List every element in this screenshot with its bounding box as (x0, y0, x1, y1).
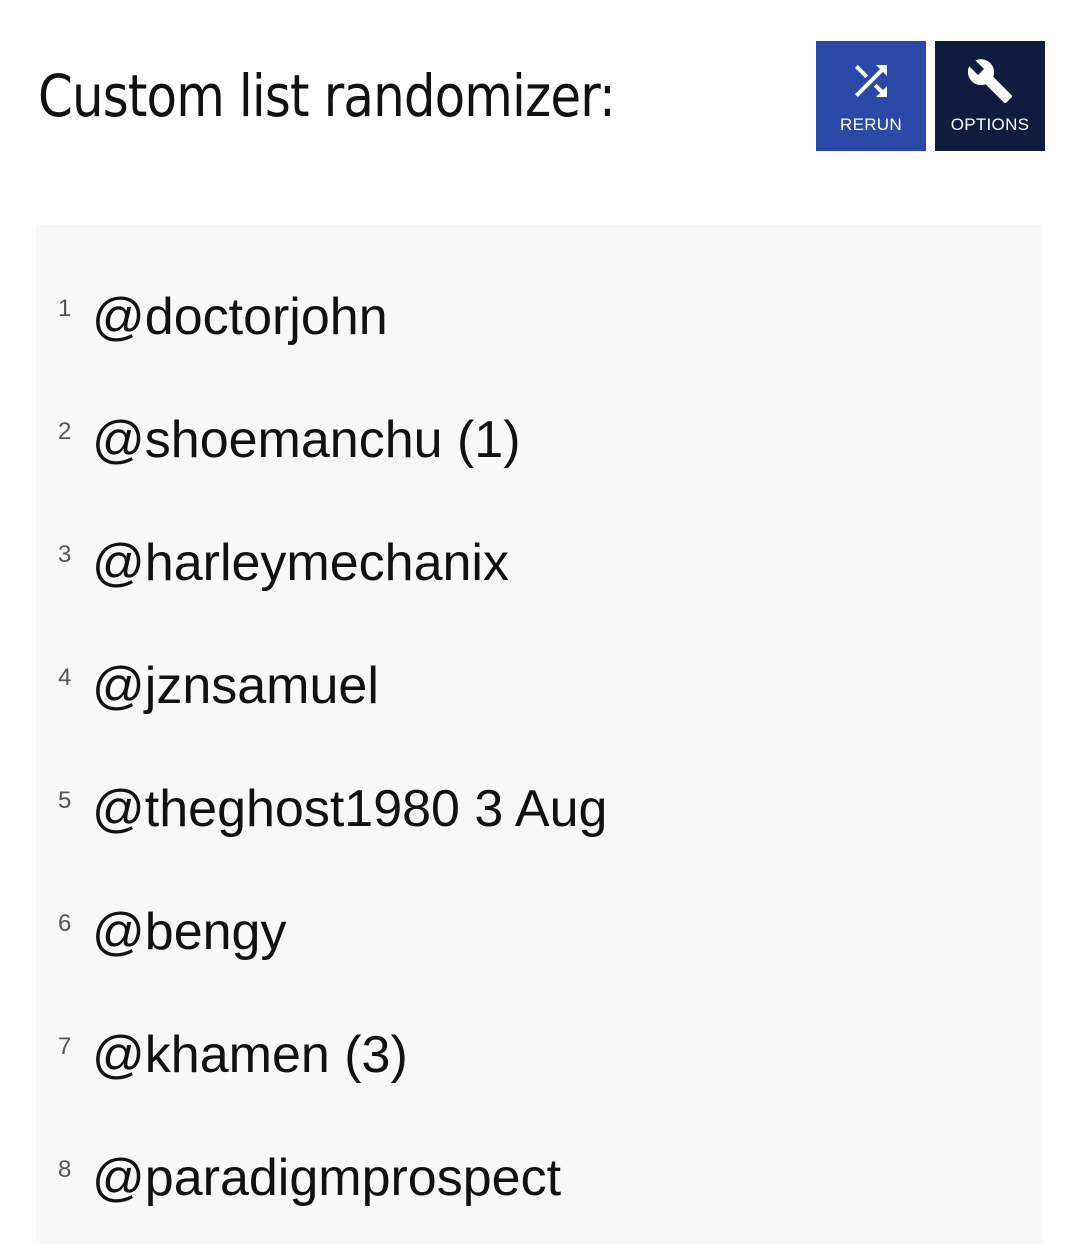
list-item-number: 3 (58, 541, 72, 568)
list-item-text: @shoemanchu (1) (92, 411, 521, 469)
list-item-number: 2 (58, 418, 72, 445)
list-item: 5 @theghost1980 3 Aug (36, 779, 1036, 849)
list-item-text: @doctorjohn (92, 288, 388, 346)
toolbar: RERUN OPTIONS (816, 41, 1045, 151)
list-item: 3 @harleymechanix (36, 533, 1036, 603)
list-item: 4 @jznsamuel (36, 656, 1036, 726)
options-button[interactable]: OPTIONS (935, 41, 1045, 151)
list-item-number: 1 (58, 295, 72, 322)
list-item-text: @khamen (3) (92, 1026, 408, 1084)
page-title: Custom list randomizer: (38, 62, 616, 130)
list-item-text: @harleymechanix (92, 534, 509, 592)
list-item-number: 5 (58, 787, 72, 814)
list-item: 7 @khamen (3) (36, 1025, 1036, 1095)
wrench-icon (966, 57, 1014, 105)
list-item: 2 @shoemanchu (1) (36, 410, 1036, 480)
list-item-number: 8 (58, 1156, 72, 1183)
shuffle-icon (847, 57, 895, 105)
list-item: 8 @paradigmprospect (36, 1148, 1036, 1218)
list-item-number: 6 (58, 910, 72, 937)
randomized-list-panel: 1 @doctorjohn 2 @shoemanchu (1) 3 @harle… (36, 225, 1043, 1244)
rerun-button-label: RERUN (840, 115, 902, 134)
rerun-button[interactable]: RERUN (816, 41, 926, 151)
list-item-text: @bengy (92, 903, 287, 961)
list-item-text: @theghost1980 3 Aug (92, 780, 608, 838)
options-button-label: OPTIONS (950, 115, 1030, 134)
list-item: 6 @bengy (36, 902, 1036, 972)
list-item-number: 7 (58, 1033, 72, 1060)
list-item-text: @paradigmprospect (92, 1149, 562, 1207)
list-item-number: 4 (58, 664, 72, 691)
list-item: 1 @doctorjohn (36, 287, 1036, 357)
list-item-text: @jznsamuel (92, 657, 379, 715)
